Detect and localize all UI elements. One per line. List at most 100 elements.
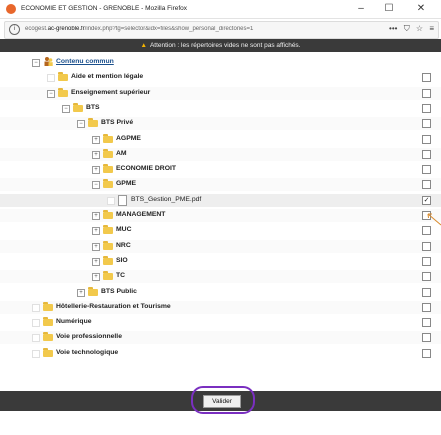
collapse-toggle[interactable]: − xyxy=(47,89,55,98)
warning-icon: ▲ xyxy=(140,42,147,49)
select-checkbox[interactable] xyxy=(422,287,431,297)
bookmark-star-icon[interactable]: ☆ xyxy=(416,24,423,33)
expand-toggle[interactable]: + xyxy=(92,166,100,175)
select-checkbox[interactable] xyxy=(422,165,431,175)
select-checkbox[interactable] xyxy=(422,73,431,83)
select-checkbox[interactable] xyxy=(422,241,431,251)
expand-toggle[interactable]: + xyxy=(92,273,100,282)
select-checkbox[interactable] xyxy=(422,318,431,328)
folder-row[interactable]: Voie technologique xyxy=(0,347,441,360)
collapse-toggle[interactable]: − xyxy=(92,181,100,190)
folder-row[interactable]: Hôtellerie-Restauration et Tourisme xyxy=(0,300,441,314)
tree-item-label[interactable]: AM xyxy=(116,150,127,157)
expand-toggle[interactable]: + xyxy=(92,150,100,159)
select-checkbox[interactable] xyxy=(422,333,431,343)
tree-item-label[interactable]: ECONOMIE DROIT xyxy=(116,165,176,172)
tree-item-label[interactable]: Voie professionnelle xyxy=(56,333,122,340)
folder-icon xyxy=(103,179,113,189)
select-checkbox[interactable] xyxy=(422,119,431,129)
collapse-toggle[interactable]: − xyxy=(32,59,40,67)
folder-row[interactable]: − Enseignement supérieur xyxy=(0,86,441,100)
tree-item-label[interactable]: BTS Public xyxy=(101,288,137,295)
folder-row[interactable]: − GPME xyxy=(0,178,441,192)
tree-item-label[interactable]: Hôtellerie-Restauration et Tourisme xyxy=(56,303,171,310)
tree-item-label[interactable]: NRC xyxy=(116,242,131,249)
tree-item-label[interactable]: BTS_Gestion_PME.pdf xyxy=(131,196,201,203)
folder-row[interactable]: + BTS Public xyxy=(0,286,441,299)
window-titlebar: ECONOMIE ET GESTION - GRENOBLE - Mozilla… xyxy=(0,0,441,19)
folder-row[interactable]: − BTS Privé xyxy=(0,117,441,131)
folder-row[interactable]: + ECONOMIE DROIT xyxy=(0,163,441,176)
expand-toggle[interactable]: + xyxy=(92,257,100,266)
minimize-button[interactable]: – xyxy=(350,2,372,16)
folder-row[interactable]: + AM xyxy=(0,147,441,161)
folder-icon xyxy=(103,148,113,158)
select-checkbox[interactable] xyxy=(422,134,431,144)
menu-icon[interactable]: ≡ xyxy=(429,24,434,33)
select-checkbox[interactable] xyxy=(422,180,431,190)
expand-toggle[interactable]: + xyxy=(77,288,85,297)
tree-spacer xyxy=(47,74,55,83)
close-button[interactable]: ✕ xyxy=(410,2,432,16)
folder-icon xyxy=(103,133,113,143)
folder-row[interactable]: + MANAGEMENT xyxy=(0,209,441,222)
tree-item-label[interactable]: TC xyxy=(116,272,125,279)
address-bar[interactable]: i ecogest.ac-grenoble.fr/index.php?tg=se… xyxy=(4,21,439,39)
select-checkbox[interactable] xyxy=(422,302,431,312)
folder-row[interactable]: Voie professionnelle xyxy=(0,331,441,345)
expand-toggle[interactable]: + xyxy=(92,212,100,220)
select-checkbox[interactable] xyxy=(422,88,431,98)
expand-toggle[interactable]: + xyxy=(92,242,100,251)
folder-row[interactable]: Aide et mention légale xyxy=(0,71,441,84)
folder-row[interactable]: + AGPME xyxy=(0,133,441,146)
select-checkbox[interactable] xyxy=(422,348,431,358)
file-row[interactable]: BTS_Gestion_PME.pdf ✓ xyxy=(0,193,441,207)
tree-spacer xyxy=(107,196,115,205)
folder-row[interactable]: + NRC xyxy=(0,239,441,253)
tree-item-label[interactable]: AGPME xyxy=(116,135,141,142)
folder-icon xyxy=(88,118,98,128)
folder-row[interactable]: − BTS xyxy=(0,102,441,115)
tree-spacer xyxy=(32,334,40,343)
folder-icon xyxy=(73,102,83,112)
folder-icon xyxy=(103,164,113,174)
tree-item-label[interactable]: Voie technologique xyxy=(56,349,118,356)
collapse-toggle[interactable]: − xyxy=(77,120,85,129)
tree-item-label[interactable]: MUC xyxy=(116,226,131,233)
firefox-icon xyxy=(6,4,16,14)
tree-spacer xyxy=(32,349,40,358)
folder-icon xyxy=(103,225,113,235)
folder-row[interactable]: + TC xyxy=(0,270,441,284)
url-text[interactable]: ecogest.ac-grenoble.fr/index.php?tg=sele… xyxy=(25,26,325,32)
highlight-ring xyxy=(191,386,255,414)
select-checkbox[interactable]: ✓ xyxy=(422,195,431,205)
select-checkbox[interactable] xyxy=(422,272,431,282)
select-checkbox[interactable] xyxy=(422,226,431,236)
tree-item-label[interactable]: SIO xyxy=(116,257,128,264)
site-info-icon[interactable]: i xyxy=(9,24,20,35)
expand-toggle[interactable]: + xyxy=(92,135,100,144)
folder-icon xyxy=(43,301,53,311)
tree-item-label[interactable]: Enseignement supérieur xyxy=(71,89,150,96)
collapse-toggle[interactable]: − xyxy=(62,104,70,113)
tree-item-label[interactable]: BTS Privé xyxy=(101,119,133,126)
more-icon[interactable]: ••• xyxy=(389,24,397,33)
select-checkbox[interactable] xyxy=(422,149,431,159)
folder-row[interactable]: Numérique xyxy=(0,316,441,329)
maximize-button[interactable]: ☐ xyxy=(378,2,400,16)
folder-icon xyxy=(58,72,68,82)
tree-item-label[interactable]: BTS xyxy=(86,104,100,111)
group-users-icon xyxy=(44,57,53,66)
tree-item-label[interactable]: Aide et mention légale xyxy=(71,73,143,80)
tree-root-label[interactable]: Contenu commun xyxy=(56,58,114,65)
expand-toggle[interactable]: + xyxy=(92,227,100,236)
tree-item-label[interactable]: MANAGEMENT xyxy=(116,211,165,218)
pocket-icon[interactable]: ⛉ xyxy=(404,24,410,33)
tree-item-label[interactable]: Numérique xyxy=(56,318,92,325)
select-checkbox[interactable] xyxy=(422,256,431,266)
folder-row[interactable]: + SIO xyxy=(0,255,441,268)
folder-row[interactable]: + MUC xyxy=(0,224,441,237)
folder-icon xyxy=(58,87,68,97)
tree-item-label[interactable]: GPME xyxy=(116,180,136,187)
select-checkbox[interactable] xyxy=(422,103,431,113)
